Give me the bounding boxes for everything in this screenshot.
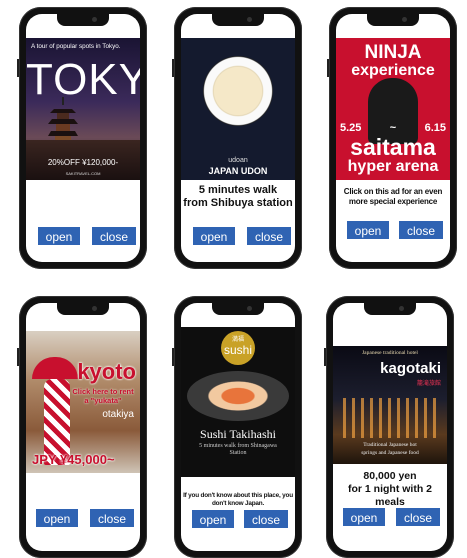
phone-screen: 満福 sushi Sushi Takihashi 5 minutes walk … — [181, 303, 295, 551]
ad-headline-jp: 籠滝旅館 — [416, 381, 441, 387]
phone-screen: kyoto Click here to rent a "yukata" otak… — [26, 303, 140, 551]
ad-sushi-takihashi[interactable]: 満福 sushi Sushi Takihashi 5 minutes walk … — [181, 327, 295, 477]
ad-sub-2: otakiya — [102, 409, 134, 420]
umbrella-illustration — [32, 357, 78, 379]
caption-line-2: from Shibuya station — [183, 197, 293, 209]
phone-mockup-udon: udoan JAPAN UDON 5 minutes walk from Shi… — [172, 7, 302, 269]
ad-tagline: Japanese traditional hotel — [362, 350, 418, 356]
ad-ninja-experience[interactable]: NINJA experience 5.25 ~ 6.15 saitama hyp… — [336, 38, 450, 180]
ad-kyoto-yukata[interactable]: kyoto Click here to rent a "yukata" otak… — [26, 331, 140, 473]
phone-notch — [57, 14, 109, 26]
open-button[interactable]: open — [347, 221, 389, 239]
ad-venue-2: hyper arena — [347, 158, 439, 175]
phone-screen: udoan JAPAN UDON 5 minutes walk from Shi… — [181, 14, 295, 262]
phone-mockup-hotel: Japanese traditional hotel kagotaki 籠滝旅館… — [324, 296, 454, 558]
caption-line-1: 5 minutes walk — [198, 184, 278, 196]
ad-kagotaki-hotel[interactable]: Japanese traditional hotel kagotaki 籠滝旅館… — [333, 346, 447, 464]
phone-notch — [212, 303, 264, 315]
date-end: 6.15 — [424, 122, 446, 134]
phone-screen: Japanese traditional hotel kagotaki 籠滝旅館… — [333, 303, 447, 551]
phone-notch — [364, 303, 416, 315]
sushi-badge: 満福 sushi — [221, 331, 255, 365]
ad-tagline: A tour of popular spots in Tokyo. — [31, 43, 121, 50]
date-separator: ~ — [389, 122, 397, 134]
ad-dates: 5.25 ~ 6.15 — [340, 122, 446, 134]
open-button[interactable]: open — [192, 510, 234, 528]
ad-japan-udon[interactable]: udoan JAPAN UDON — [181, 38, 295, 180]
open-button[interactable]: open — [38, 227, 80, 245]
close-button[interactable]: close — [244, 510, 288, 528]
ad-foot-1: Traditional Japanese hot — [363, 442, 417, 448]
caption-line-1: 80,000 yen — [363, 470, 417, 482]
phone-mockup-ninja: NINJA experience 5.25 ~ 6.15 saitama hyp… — [327, 7, 457, 269]
phone-mockup-sushi: 満福 sushi Sushi Takihashi 5 minutes walk … — [172, 296, 302, 558]
close-button[interactable]: close — [399, 221, 443, 239]
close-button[interactable]: close — [90, 509, 134, 527]
ad-caption: If you don't know about this place, you … — [183, 492, 293, 507]
date-start: 5.25 — [340, 122, 362, 134]
ad-headline-1: NINJA — [364, 42, 422, 63]
phone-notch — [212, 14, 264, 26]
phone-mockup-tokyo: A tour of popular spots in Tokyo. TOKYO … — [17, 7, 147, 269]
phone-screen: NINJA experience 5.25 ~ 6.15 saitama hyp… — [336, 14, 450, 262]
close-button[interactable]: close — [92, 227, 136, 245]
open-button[interactable]: open — [193, 227, 235, 245]
open-button[interactable]: open — [343, 508, 385, 526]
phone-screen: A tour of popular spots in Tokyo. TOKYO … — [26, 14, 140, 262]
ad-venue-1: saitama — [350, 134, 436, 160]
ad-headline: JAPAN UDON — [208, 166, 268, 176]
ad-site: SAKITRAVEL.COM — [65, 171, 101, 176]
ad-headline: TOKYO — [26, 55, 140, 104]
open-button[interactable]: open — [36, 509, 78, 527]
ad-brand: udoan — [228, 157, 248, 164]
ad-price: JPY ¥45,000~ — [32, 452, 115, 467]
ad-foot-2: springs and Japanese food — [361, 450, 419, 456]
badge-main: sushi — [223, 343, 252, 357]
badge-top: 満福 — [231, 337, 244, 343]
ad-caption: 5 minutes walk from Shibuya station — [183, 184, 293, 210]
phone-mockup-kyoto: kyoto Click here to rent a "yukata" otak… — [17, 296, 147, 558]
ad-walk: 5 minutes walk from Shinagawa Station — [199, 443, 277, 456]
ad-price: 20%OFF ¥120,000- — [47, 158, 119, 167]
ad-caption: 80,000 yen for 1 night with 2 meals — [335, 470, 445, 509]
ad-caption: Click on this ad for an even more specia… — [343, 187, 443, 206]
phone-notch — [57, 303, 109, 315]
close-button[interactable]: close — [396, 508, 440, 526]
caption-line-2: for 1 night with 2 meals — [348, 483, 432, 508]
phone-notch — [367, 14, 419, 26]
udon-bowl-illustration — [203, 56, 273, 126]
ad-headline: Sushi Takihashi — [200, 427, 276, 441]
ad-headline: kagotaki — [380, 360, 441, 377]
ad-headline: kyoto — [77, 359, 136, 384]
ad-tokyo-tour[interactable]: A tour of popular spots in Tokyo. TOKYO … — [26, 38, 140, 180]
close-button[interactable]: close — [247, 227, 291, 245]
ad-sub-1: Click here to rent a "yukata" — [72, 387, 134, 405]
sushi-plate-illustration — [187, 371, 289, 421]
lanterns-illustration — [343, 398, 437, 438]
